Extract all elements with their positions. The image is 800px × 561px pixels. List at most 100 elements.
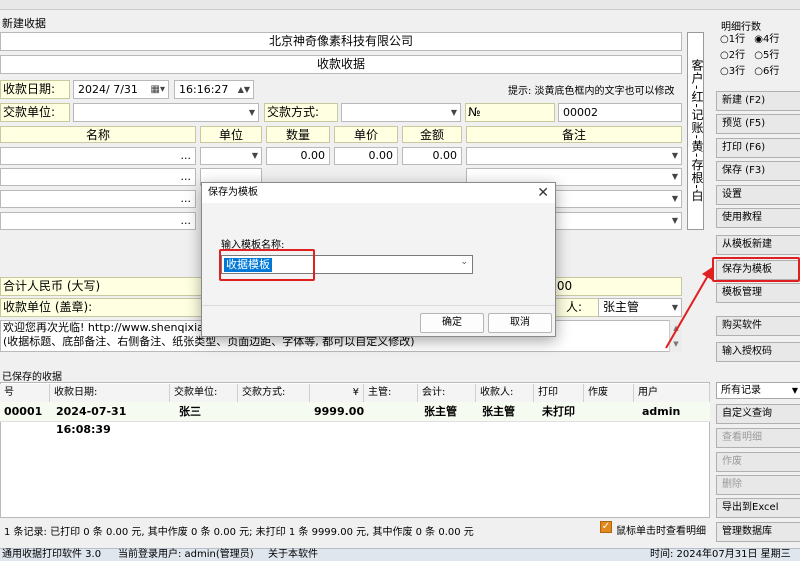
row3-name[interactable]: ... [0,190,196,208]
payee-label: 人: [566,300,583,314]
radio-1[interactable]: ○1行 [720,34,745,45]
radio-6-label: 6行 [763,66,780,77]
dialog-title: 保存为模板 [208,187,258,198]
row4-name[interactable]: ... [0,212,196,230]
row2-name[interactable]: ... [0,168,196,186]
custom-query-button[interactable]: 自定义查询 [716,404,800,424]
radio-4[interactable]: ◉4行 [754,34,779,45]
settings-button[interactable]: 设置 [716,185,800,205]
preview-button[interactable]: 预览 (F5) [716,114,800,134]
dialog-titlebar[interactable]: 保存为模板 ✕ [202,183,555,203]
payee-value: 张主管 [603,300,640,314]
ok-button[interactable]: 确定 [420,313,484,333]
radio-6[interactable]: ○6行 [754,66,779,77]
pay-method-dropdown[interactable]: ▼ [341,103,461,122]
chevron-down-icon[interactable]: ⌄ [460,257,468,267]
col-header-unit[interactable]: 单位 [200,126,262,143]
save-template-dialog: 保存为模板 ✕ 输入模板名称: 收据模板 ⌄ 确定 取消 [201,182,556,337]
cancel-button[interactable]: 取消 [488,313,552,333]
new-from-template-button[interactable]: 从模板新建 [716,235,800,255]
status-app-name: 通用收据打印软件 3.0 [2,549,102,560]
buy-software-button[interactable]: 购买软件 [716,316,800,336]
delete-button[interactable]: 删除 [716,475,800,495]
status-bar: 通用收据打印软件 3.0 当前登录用户: admin(管理员) 关于本软件 时间… [0,548,800,561]
grid-header-user[interactable]: 用户 [634,384,710,402]
row1-unit[interactable]: ▼ [200,147,262,165]
chevron-down-icon: ▼ [671,172,678,181]
save-button[interactable]: 保存 (F3) [716,161,800,181]
payer-label[interactable]: 交款单位: [0,103,70,122]
radio-5[interactable]: ○5行 [754,50,779,61]
calendar-icon[interactable]: ▦▾ [151,81,165,98]
pay-method-label[interactable]: 交款方式: [264,103,338,122]
radio-3[interactable]: ○3行 [720,66,745,77]
row-date[interactable]: 2024-07-31 16:08:39 [52,403,172,436]
spin-icon[interactable]: ▲▼ [238,81,250,98]
payer-dropdown[interactable]: ▼ [73,103,259,122]
radio-5-label: 5行 [763,50,780,61]
row-payer[interactable]: 张三 [175,403,235,421]
chevron-down-icon: ▼ [251,151,258,160]
row1-remark[interactable]: ▼ [466,147,682,165]
footer-line-2: (收据标题、底部备注、右侧备注、纸张类型、页面边距、字体等, 都可以自定义修改) [3,335,415,348]
date-picker[interactable]: 2024/ 7/31 ▦▾ [73,80,169,99]
row1-amount[interactable]: 0.00 [402,147,462,165]
row-accountant[interactable]: 张主管 [420,403,476,421]
highlight-save-as-template [712,257,800,282]
time-field[interactable]: 16:16:27 ▲▼ [174,80,254,99]
chevron-down-icon: ▼ [450,108,457,117]
col-header-name[interactable]: 名称 [0,126,196,143]
col-header-remark[interactable]: 备注 [466,126,682,143]
col-header-amount[interactable]: 金额 [402,126,462,143]
record-filter-select[interactable]: 所有记录 ▼ [716,382,800,399]
col-header-price[interactable]: 单价 [334,126,398,143]
grid-header-manager[interactable]: 主管: [364,384,418,402]
col-header-qty[interactable]: 数量 [266,126,330,143]
checkbox-label[interactable]: 鼠标单击时查看明细 [616,522,706,537]
rows-radio-group[interactable]: ○1行 ◉4行 ○2行 ○5行 ○3行 ○6行 [720,32,800,80]
checkbox-icon[interactable]: ✓ [600,521,612,533]
row1-price[interactable]: 0.00 [334,147,398,165]
manage-database-button[interactable]: 管理数据库 [716,522,800,542]
grid-header-void[interactable]: 作废 [584,384,634,402]
row-no[interactable]: 00001 [0,403,50,421]
grid-header-method[interactable]: 交款方式: [238,384,310,402]
row-amount[interactable]: 9999.00 [310,403,364,421]
view-detail-button[interactable]: 查看明细 [716,428,800,448]
export-excel-button[interactable]: 导出到Excel [716,498,800,518]
tutorial-button[interactable]: 使用教程 [716,208,800,228]
template-manage-button[interactable]: 模板管理 [716,283,800,303]
date-label[interactable]: 收款日期: [0,80,70,99]
window-top-edge [0,0,800,10]
enter-license-button[interactable]: 输入授权码 [716,342,800,362]
grid-header-accountant[interactable]: 会计: [418,384,476,402]
document-title-field[interactable]: 收款收据 [0,55,682,74]
summary-text: 1 条记录: 已打印 0 条 0.00 元, 其中作废 0 条 0.00 元; … [4,527,474,538]
status-about[interactable]: 关于本软件 [268,549,318,561]
radio-2[interactable]: ○2行 [720,50,745,61]
grid-header-payee[interactable]: 收款人: [476,384,534,402]
form-group-title: 新建收据 [2,17,46,30]
row1-qty[interactable]: 0.00 [266,147,330,165]
grid-header-amount[interactable]: ¥ [310,384,364,402]
grid-header-no[interactable]: 号 [0,384,50,402]
row-payee[interactable]: 张主管 [478,403,534,421]
close-icon[interactable]: ✕ [537,183,549,203]
grid-header-print[interactable]: 打印 [534,384,584,402]
chevron-down-icon: ▼ [248,108,255,117]
radio-4-label: 4行 [763,34,780,45]
vertical-remark-text[interactable]: 客户-红-记账-黄-存根-白 [687,32,704,230]
row-user[interactable]: admin [638,403,708,421]
grid-header-payer[interactable]: 交款单位: [170,384,238,402]
total-label: 合计人民币 (大写) [3,279,101,293]
row-print-status[interactable]: 未打印 [538,403,586,421]
print-button[interactable]: 打印 (F6) [716,138,800,158]
row1-name[interactable]: ... [0,147,196,165]
grid-header-date[interactable]: 收款日期: [50,384,170,402]
number-label[interactable]: № [465,103,555,122]
radio-3-label: 3行 [728,66,746,77]
new-button[interactable]: 新建 (F2) [716,91,800,111]
company-name-field[interactable]: 北京神奇像素科技有限公司 [0,32,682,51]
void-button[interactable]: 作废 [716,452,800,472]
number-field[interactable]: 00002 [558,103,682,122]
